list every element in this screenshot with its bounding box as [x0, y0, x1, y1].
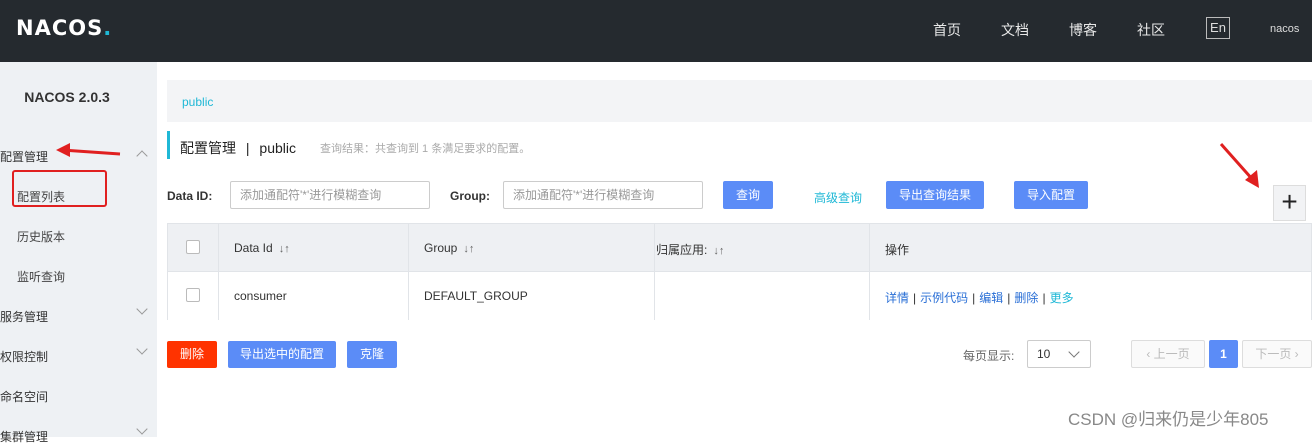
page-1-button[interactable]: 1	[1209, 340, 1238, 368]
export-selected-button[interactable]: 导出选中的配置	[228, 341, 336, 368]
export-result-button[interactable]: 导出查询结果	[886, 181, 984, 209]
select-all-checkbox[interactable]	[186, 240, 200, 254]
nav-blog[interactable]: 博客	[1069, 20, 1097, 40]
group-input[interactable]	[503, 181, 703, 209]
sidebar: NACOS 2.0.3 配置管理 配置列表 历史版本 监听查询 服务管理 权限控…	[0, 62, 157, 444]
delete-link[interactable]: 删除	[1014, 291, 1038, 305]
column-header-data-id[interactable]: Data Id ↓↑	[234, 241, 290, 255]
more-link[interactable]: 更多	[1050, 291, 1074, 305]
annotation-red-box	[12, 170, 107, 207]
clone-button[interactable]: 克隆	[347, 341, 397, 368]
config-table: Data Id ↓↑ Group ↓↑ 归属应用: ↓↑ 操作 consumer DE…	[167, 223, 1312, 320]
group-label: Group:	[450, 189, 490, 203]
sidebar-item-auth-control[interactable]: 权限控制	[0, 348, 48, 365]
namespace-public-link[interactable]: public	[182, 95, 213, 109]
page-title: 配置管理 | public	[180, 140, 297, 156]
next-page-button[interactable]: 下一页 ›	[1242, 340, 1312, 368]
table-row	[168, 272, 1311, 320]
sample-code-link[interactable]: 示例代码	[920, 291, 968, 305]
per-page-label: 每页显示:	[963, 349, 1015, 363]
sort-icon: ↓↑	[463, 243, 475, 255]
chevron-down-icon	[1068, 346, 1080, 358]
data-id-input[interactable]	[230, 181, 430, 209]
plus-icon: +	[1281, 186, 1298, 217]
add-config-button[interactable]: +	[1273, 185, 1306, 221]
chevron-down-icon[interactable]	[136, 423, 148, 435]
chevron-left-icon: ‹	[1146, 347, 1154, 361]
prev-page-button[interactable]: ‹ 上一页	[1131, 340, 1205, 368]
sidebar-item-listen-query[interactable]: 监听查询	[17, 268, 65, 285]
nacos-logo[interactable]: NACOS.	[16, 16, 112, 40]
sidebar-item-history[interactable]: 历史版本	[17, 228, 65, 245]
column-header-group[interactable]: Group ↓↑	[424, 241, 474, 255]
chevron-down-icon[interactable]	[136, 343, 148, 355]
sidebar-item-config-mgmt[interactable]: 配置管理	[0, 148, 48, 165]
query-result-info: 查询结果：共查询到 1 条满足要求的配置。	[320, 143, 531, 155]
query-button[interactable]: 查询	[723, 181, 773, 209]
nav-community[interactable]: 社区	[1137, 20, 1165, 40]
sort-icon: ↓↑	[278, 243, 290, 255]
row-checkbox[interactable]	[186, 288, 200, 302]
import-config-button[interactable]: 导入配置	[1014, 181, 1088, 209]
page-size-select[interactable]: 10	[1027, 340, 1091, 368]
sort-icon: ↓↑	[713, 245, 725, 257]
column-header-app[interactable]: 归属应用: ↓↑	[656, 241, 724, 258]
cell-data-id: consumer	[234, 289, 287, 303]
edit-link[interactable]: 编辑	[979, 291, 1003, 305]
language-switch-button[interactable]: En	[1206, 17, 1230, 39]
watermark: CSDN @归来仍是少年805	[1068, 410, 1269, 429]
user-name[interactable]: nacos	[1270, 23, 1299, 35]
chevron-down-icon[interactable]	[136, 303, 148, 315]
nav-home[interactable]: 首页	[933, 20, 961, 40]
delete-button[interactable]: 删除	[167, 341, 217, 368]
nav-docs[interactable]: 文档	[1001, 20, 1029, 40]
table-header	[168, 224, 1311, 272]
chevron-up-icon[interactable]	[136, 150, 148, 162]
namespace-bar: public	[167, 80, 1312, 122]
version-label: NACOS 2.0.3	[24, 89, 110, 105]
annotation-arrow-left	[56, 143, 121, 157]
sidebar-item-namespace[interactable]: 命名空间	[0, 388, 48, 405]
advanced-query-link[interactable]: 高级查询	[814, 189, 862, 206]
cell-operations: 详情 | 示例代码 | 编辑 | 删除 | 更多	[885, 291, 1074, 305]
data-id-label: Data ID:	[167, 189, 213, 203]
cell-group: DEFAULT_GROUP	[424, 289, 528, 303]
column-header-operations: 操作	[885, 243, 910, 257]
annotation-arrow-down	[1219, 143, 1259, 188]
top-navbar: NACOS. 首页 文档 博客 社区 En nacos	[0, 0, 1312, 62]
chevron-right-icon: ›	[1291, 347, 1299, 361]
detail-link[interactable]: 详情	[885, 291, 909, 305]
title-accent-bar	[167, 131, 170, 159]
sidebar-item-service-mgmt[interactable]: 服务管理	[0, 308, 48, 325]
